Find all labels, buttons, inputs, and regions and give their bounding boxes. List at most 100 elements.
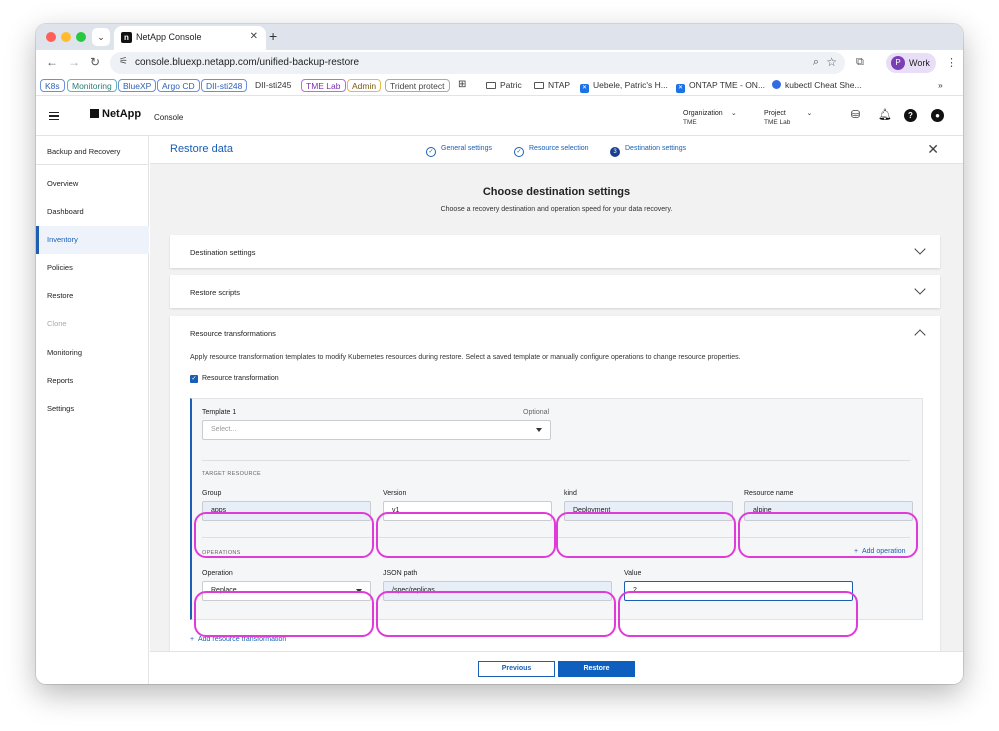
- bookmark-uebele[interactable]: ✕ Uebele, Patric's H...: [576, 79, 672, 93]
- site-settings-icon[interactable]: ⚟: [119, 56, 128, 67]
- kind-label: kind: [564, 490, 577, 497]
- transformation-card: Template 1 Optional Select... TARGET RES…: [190, 398, 923, 620]
- previous-button[interactable]: Previous: [478, 661, 555, 677]
- sidebar-item-inventory[interactable]: Inventory: [36, 226, 149, 254]
- browser-window: ⌄ n NetApp Console ✕ + ← → ↻ ⚟ console.b…: [36, 24, 963, 684]
- sidebar-item-restore[interactable]: Restore: [36, 282, 149, 310]
- highlight-outline: [738, 512, 918, 558]
- notifications-bell-icon[interactable]: 🔔︎: [878, 109, 892, 122]
- folder-icon: [486, 82, 496, 89]
- bookmark-label: Uebele, Patric's H...: [593, 80, 668, 90]
- template-label: Template 1: [202, 409, 237, 416]
- bookmark-tme-lab[interactable]: TME Lab: [301, 79, 346, 92]
- bookmark-argo-cd[interactable]: Argo CD: [157, 79, 200, 92]
- json-path-label: JSON path: [383, 570, 418, 577]
- bookmark-dii-sti245[interactable]: DII-sti245: [251, 79, 295, 92]
- highlight-outline: [618, 591, 858, 637]
- app-name: Console: [154, 113, 184, 122]
- template-select[interactable]: Select...: [202, 420, 551, 440]
- bookmark-label: Patric: [500, 80, 522, 90]
- help-icon[interactable]: ?: [904, 109, 917, 122]
- panel-restore-scripts[interactable]: Restore scripts: [170, 275, 940, 308]
- bookmark-kubectl[interactable]: kubectl Cheat She...: [768, 79, 866, 92]
- extensions-icon[interactable]: ⧉: [856, 56, 864, 69]
- browser-tab[interactable]: n NetApp Console ✕: [114, 26, 266, 50]
- confluence-icon: ✕: [676, 84, 685, 93]
- sidebar-item-settings[interactable]: Settings: [36, 395, 149, 423]
- bookmark-label: NTAP: [548, 80, 571, 90]
- close-icon[interactable]: ✕: [927, 141, 939, 158]
- highlight-outline: [556, 512, 736, 558]
- bookmarks-bar: K8s Monitoring BlueXP Argo CD DII-sti248…: [36, 76, 963, 96]
- chevron-down-icon[interactable]: [914, 283, 926, 295]
- value-label: Value: [624, 570, 642, 577]
- new-tab-icon[interactable]: +: [269, 29, 277, 43]
- url-text[interactable]: console.bluexp.netapp.com/unified-backup…: [135, 57, 359, 68]
- sidebar-item-policies[interactable]: Policies: [36, 254, 149, 282]
- bookmark-trident-protect[interactable]: Trident protect: [385, 79, 450, 92]
- apps-grid-icon[interactable]: ⊞: [454, 79, 470, 92]
- operation-label: Operation: [202, 570, 233, 577]
- resource-transformation-checkbox[interactable]: ✓: [190, 375, 198, 383]
- hamburger-menu-icon[interactable]: [49, 112, 59, 120]
- maximize-window-button[interactable]: [76, 32, 86, 42]
- optional-label: Optional: [523, 409, 550, 416]
- tab-strip: ⌄ n NetApp Console ✕ +: [36, 24, 963, 50]
- bookmark-bluexp[interactable]: BlueXP: [118, 79, 157, 92]
- back-icon[interactable]: ←: [46, 56, 58, 68]
- bookmark-star-icon[interactable]: ☆: [826, 55, 837, 69]
- section-heading: Choose destination settings: [482, 186, 631, 198]
- bookmark-folder-patric[interactable]: Patric: [482, 79, 526, 92]
- kubernetes-icon: [772, 80, 781, 89]
- step-label: Destination settings: [625, 145, 687, 152]
- user-account-icon[interactable]: ●: [931, 109, 944, 122]
- reload-icon[interactable]: ↻: [90, 56, 100, 68]
- panel-title: Restore scripts: [190, 288, 241, 297]
- restore-button[interactable]: Restore: [558, 661, 635, 677]
- netapp-mark-icon: [90, 109, 99, 118]
- sidebar-item-monitoring[interactable]: Monitoring: [36, 339, 149, 367]
- bookmark-k8s[interactable]: K8s: [40, 79, 65, 92]
- browser-menu-icon[interactable]: ⋮: [946, 56, 957, 69]
- organization-selector[interactable]: Organization TME ⌄: [683, 109, 737, 127]
- step-destination-settings[interactable]: 3 Destination settings: [610, 144, 686, 157]
- bookmark-admin[interactable]: Admin: [347, 79, 382, 92]
- highlight-outline: [376, 591, 616, 637]
- more-bookmarks-icon[interactable]: »: [934, 79, 947, 92]
- group-label: Group: [202, 490, 222, 497]
- tab-search-icon[interactable]: ⌄: [92, 28, 110, 46]
- sidebar-item-reports[interactable]: Reports: [36, 367, 149, 395]
- panel-destination-settings[interactable]: Destination settings: [170, 235, 940, 268]
- close-tab-icon[interactable]: ✕: [250, 31, 258, 42]
- netapp-favicon-icon: n: [121, 32, 132, 43]
- minimize-window-button[interactable]: [61, 32, 71, 42]
- check-circle-icon: ✓: [426, 147, 436, 157]
- close-window-button[interactable]: [46, 32, 56, 42]
- chevron-up-icon[interactable]: [914, 329, 926, 341]
- project-selector[interactable]: Project TME Lab ⌄: [764, 109, 812, 127]
- folder-icon: [534, 82, 544, 89]
- chevron-down-icon[interactable]: [914, 243, 926, 255]
- bookmark-monitoring[interactable]: Monitoring: [67, 79, 117, 92]
- step-general-settings[interactable]: ✓ General settings: [426, 144, 492, 157]
- bookmark-dii-sti248[interactable]: DII-sti248: [201, 79, 248, 92]
- transformations-description: Apply resource transformation templates …: [190, 354, 741, 361]
- search-icon[interactable]: ⌕: [813, 56, 819, 69]
- bookmark-ontap-tme[interactable]: ✕ ONTAP TME - ON...: [672, 79, 769, 93]
- checkbox-label: Resource transformation: [202, 375, 279, 382]
- highlight-outline: [194, 512, 374, 558]
- sidebar-item-overview[interactable]: Overview: [36, 170, 149, 198]
- url-bar[interactable]: ⚟ console.bluexp.netapp.com/unified-back…: [110, 52, 845, 74]
- section-subheading: Choose a recovery destination and operat…: [440, 206, 673, 213]
- sidebar-item-clone: Clone: [47, 319, 67, 328]
- confluence-icon: ✕: [580, 84, 589, 93]
- profile-button[interactable]: P Work: [886, 53, 936, 73]
- address-bar-row: ← → ↻ ⚟ console.bluexp.netapp.com/unifie…: [36, 50, 963, 76]
- step-resource-selection[interactable]: ✓ Resource selection: [514, 144, 589, 157]
- sidebar-item-dashboard[interactable]: Dashboard: [36, 198, 149, 226]
- forward-icon[interactable]: →: [68, 56, 80, 68]
- add-resource-transformation-button[interactable]: + Add resource transformation: [190, 636, 286, 643]
- connector-icon[interactable]: ⛁: [849, 109, 862, 122]
- bookmark-folder-ntap[interactable]: NTAP: [530, 79, 574, 92]
- wizard-header: Restore data ✓ General settings ✓ Resource…: [150, 136, 963, 164]
